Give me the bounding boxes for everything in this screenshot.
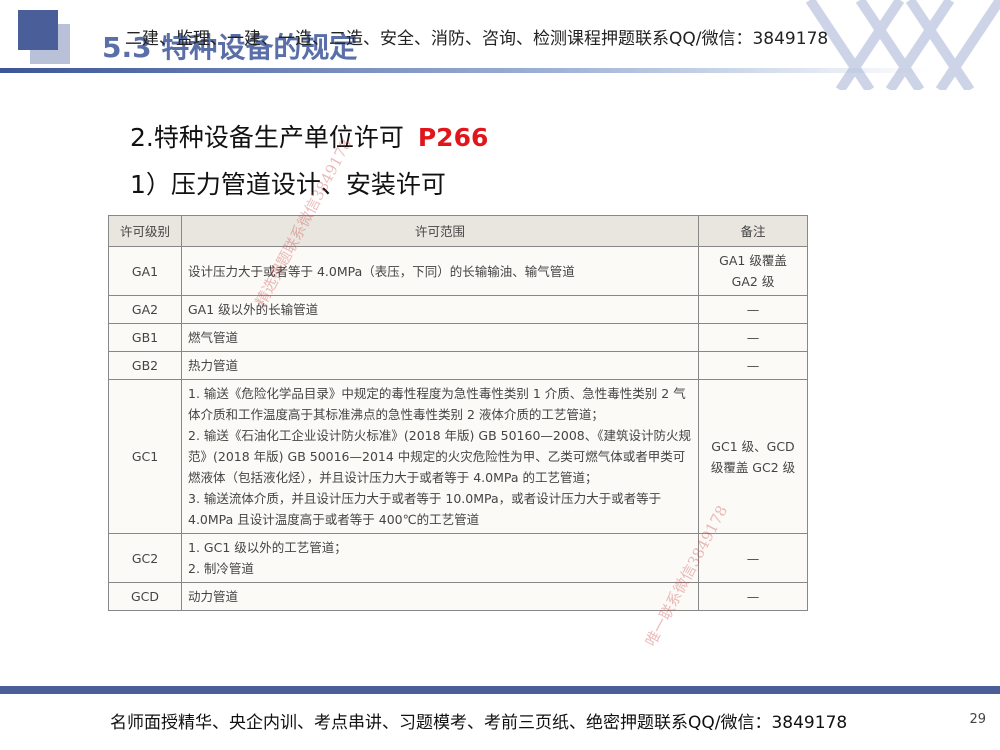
subheading: 1）压力管道设计、安装许可 bbox=[130, 165, 446, 201]
cell-scope: 动力管道 bbox=[182, 583, 699, 611]
cell-level: GA1 bbox=[109, 247, 182, 296]
cell-scope: 1. GC1 级以外的工艺管道； 2. 制冷管道 bbox=[182, 534, 699, 583]
cell-note: — bbox=[699, 583, 808, 611]
cell-level: GB1 bbox=[109, 324, 182, 352]
cell-scope: 1. 输送《危险化学品目录》中规定的毒性程度为急性毒性类别 1 介质、急性毒性类… bbox=[182, 380, 699, 534]
promo-text: 二建、监理、一建、一造、二造、安全、消防、咨询、检测课程押题联系QQ/微信：38… bbox=[125, 24, 828, 49]
cell-note: — bbox=[699, 324, 808, 352]
cell-scope: 热力管道 bbox=[182, 352, 699, 380]
table-row: GC11. 输送《危险化学品目录》中规定的毒性程度为急性毒性类别 1 介质、急性… bbox=[109, 380, 808, 534]
page-number: 29 bbox=[969, 712, 986, 727]
col-header: 备注 bbox=[699, 216, 808, 247]
page-ref: P266 bbox=[418, 123, 489, 152]
table-row: GB1燃气管道— bbox=[109, 324, 808, 352]
table-row: GB2热力管道— bbox=[109, 352, 808, 380]
col-header: 许可级别 bbox=[109, 216, 182, 247]
heading-text: 2.特种设备生产单位许可 bbox=[130, 123, 404, 152]
col-header: 许可范围 bbox=[182, 216, 699, 247]
cell-level: GC2 bbox=[109, 534, 182, 583]
cell-level: GB2 bbox=[109, 352, 182, 380]
cell-level: GC1 bbox=[109, 380, 182, 534]
cell-note: — bbox=[699, 296, 808, 324]
cell-note: — bbox=[699, 352, 808, 380]
section-heading: 2.特种设备生产单位许可 P266 bbox=[130, 118, 488, 154]
table-row: GA2GA1 级以外的长输管道— bbox=[109, 296, 808, 324]
footer-text: 名师面授精华、央企内训、考点串讲、习题模考、考前三页纸、绝密押题联系QQ/微信：… bbox=[110, 708, 847, 733]
decor-square bbox=[18, 10, 58, 50]
cell-level: GA2 bbox=[109, 296, 182, 324]
cell-note: GA1 级覆盖 GA2 级 bbox=[699, 247, 808, 296]
cell-level: GCD bbox=[109, 583, 182, 611]
cell-scope: 燃气管道 bbox=[182, 324, 699, 352]
title-underline bbox=[0, 68, 930, 73]
table-row: GCD动力管道— bbox=[109, 583, 808, 611]
table-row: GA1设计压力大于或者等于 4.0MPa（表压，下同）的长输输油、输气管道GA1… bbox=[109, 247, 808, 296]
footer-bar bbox=[0, 686, 1000, 694]
